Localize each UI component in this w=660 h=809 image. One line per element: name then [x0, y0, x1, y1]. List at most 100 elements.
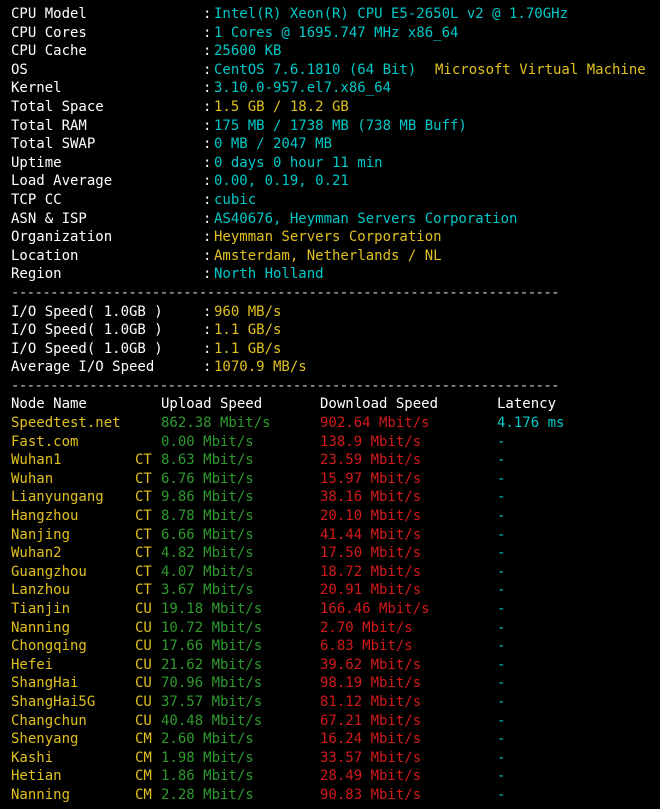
io-key: I/O Speed( 1.0GB ) [11, 322, 163, 339]
sysinfo-row: CPU Cores:1 Cores @ 1695.747 MHz x86_64 [11, 24, 660, 43]
sysinfo-row: TCP CC: cubic [11, 191, 660, 210]
speed-row: ShangHai CU 70.96 Mbit/s 98.19 Mbit/s - [11, 674, 660, 693]
node-name: Hefei [11, 656, 54, 673]
download-speed: 39.62 Mbit/s [320, 656, 422, 673]
io-key: Average I/O Speed [11, 359, 155, 376]
isp-label: CM [135, 786, 152, 803]
node-name: Changchun [11, 712, 87, 729]
sysinfo-row: CPU Cache:25600 KB [11, 42, 660, 61]
isp-label: CM [135, 768, 152, 785]
header-node: Node Name [11, 396, 87, 413]
io-row: I/O Speed( 1.0GB ):1.1 GB/s [11, 340, 660, 359]
node-name: Speedtest.net [11, 415, 121, 432]
sysinfo-value: cubic [214, 191, 257, 208]
sysinfo-row: Location: Amsterdam, Netherlands / NL [11, 247, 660, 266]
download-speed: 90.83 Mbit/s [320, 786, 422, 803]
latency: - [497, 693, 506, 710]
sysinfo-colon: : [203, 117, 212, 134]
isp-label: CT [135, 563, 152, 580]
download-speed: 15.97 Mbit/s [320, 470, 422, 487]
download-speed: 41.44 Mbit/s [320, 526, 422, 543]
latency: - [497, 433, 506, 450]
isp-label: CT [135, 526, 152, 543]
download-speed: 2.70 Mbit/s [320, 619, 413, 636]
separator: ----------------------------------------… [11, 284, 660, 303]
latency: - [497, 749, 506, 766]
io-value: 1070.9 MB/s [214, 359, 307, 376]
speed-row: Kashi CM 1.98 Mbit/s 33.57 Mbit/s - [11, 749, 660, 768]
sysinfo-value: 0 MB / 2047 MB [214, 136, 333, 153]
upload-speed: 6.66 Mbit/s [161, 526, 254, 543]
download-speed: 81.12 Mbit/s [320, 693, 422, 710]
speed-row: Fast.com 0.00 Mbit/s 138.9 Mbit/s - [11, 433, 660, 452]
isp-label: CU [135, 675, 152, 692]
sysinfo-value: 1 Cores @ 1695.747 MHz x86_64 [214, 24, 459, 41]
latency: - [497, 786, 506, 803]
latency: - [497, 563, 506, 580]
io-value: 960 MB/s [214, 303, 282, 320]
latency: - [497, 545, 506, 562]
speed-row: Hetian CM 1.86 Mbit/s 28.49 Mbit/s - [11, 767, 660, 786]
sysinfo-row: Uptime:0 days 0 hour 11 min [11, 154, 660, 173]
latency: - [497, 638, 506, 655]
sysinfo-value: CentOS 7.6.1810 (64 Bit) [214, 61, 417, 78]
node-name: Lanzhou [11, 582, 71, 599]
sysinfo-row: OS: CentOS 7.6.1810 (64 Bit) Microsoft Vir… [11, 61, 660, 80]
upload-speed: 4.82 Mbit/s [161, 545, 254, 562]
sysinfo-colon: : [203, 24, 212, 41]
node-name: Guangzhou [11, 563, 87, 580]
speed-row: Nanning CM 2.28 Mbit/s 90.83 Mbit/s - [11, 786, 660, 805]
header-latency: Latency [497, 396, 557, 413]
latency: - [497, 526, 506, 543]
speed-row: Lanzhou CT 3.67 Mbit/s 20.91 Mbit/s - [11, 581, 660, 600]
node-name: Tianjin [11, 601, 71, 617]
node-name: Wuhan [11, 470, 54, 487]
io-row: Average I/O Speed:1070.9 MB/s [11, 358, 660, 377]
sysinfo-value-extra: Microsoft Virtual Machine [435, 61, 646, 78]
speed-row: ShangHai5G CU 37.57 Mbit/s 81.12 Mbit/s - [11, 693, 660, 712]
io-colon: : [203, 303, 212, 320]
latency: - [497, 601, 506, 617]
upload-speed: 9.86 Mbit/s [161, 489, 254, 506]
download-speed: 23.59 Mbit/s [320, 452, 422, 469]
sysinfo-key: Total Space [11, 98, 104, 115]
node-name: Nanjing [11, 526, 71, 543]
sysinfo-value: Heymman Servers Corporation [214, 229, 442, 246]
sysinfo-row: Total Space:1.5 GB / 18.2 GB [11, 98, 660, 117]
latency: - [497, 489, 506, 506]
upload-speed: 37.57 Mbit/s [161, 693, 263, 710]
upload-speed: 10.72 Mbit/s [161, 619, 263, 636]
sysinfo-colon: : [203, 229, 212, 246]
header-upload: Upload Speed [161, 396, 263, 413]
speed-row: Guangzhou CT 4.07 Mbit/s 18.72 Mbit/s - [11, 563, 660, 582]
sysinfo-value: 0.00, 0.19, 0.21 [214, 173, 349, 190]
latency: - [497, 712, 506, 729]
header-download: Download Speed [320, 396, 439, 413]
sysinfo-row: Region: North Holland [11, 265, 660, 284]
io-row: I/O Speed( 1.0GB ):960 MB/s [11, 303, 660, 322]
sysinfo-value: AS40676, Heymman Servers Corporation [214, 210, 518, 227]
node-name: Hetian [11, 768, 62, 785]
sysinfo-value: North Holland [214, 266, 324, 283]
sysinfo-key: Location [11, 247, 79, 264]
latency: - [497, 731, 506, 748]
io-value: 1.1 GB/s [214, 322, 282, 339]
speed-row: Shenyang CM 2.60 Mbit/s 16.24 Mbit/s - [11, 730, 660, 749]
speed-row: Chongqing CU 17.66 Mbit/s 6.83 Mbit/s - [11, 637, 660, 656]
download-speed: 166.46 Mbit/s [320, 601, 430, 617]
speed-row: Nanjing CT 6.66 Mbit/s 41.44 Mbit/s - [11, 526, 660, 545]
terminal: CPU Model: Intel(R) Xeon(R) CPU E5-2650L … [0, 0, 660, 805]
node-name: Wuhan1 [11, 452, 62, 469]
io-row: I/O Speed( 1.0GB ):1.1 GB/s [11, 321, 660, 340]
download-speed: 20.10 Mbit/s [320, 508, 422, 525]
sysinfo-key: Total SWAP [11, 136, 96, 153]
sysinfo-colon: : [203, 80, 212, 97]
io-value: 1.1 GB/s [214, 340, 282, 357]
node-name: Fast.com [11, 433, 79, 450]
isp-label: CU [135, 712, 152, 729]
sysinfo-key: CPU Model [11, 6, 87, 22]
sysinfo-value: 25600 KB [214, 43, 282, 60]
sysinfo-colon: : [203, 61, 212, 78]
speed-row: Nanning CU 10.72 Mbit/s 2.70 Mbit/s - [11, 619, 660, 638]
download-speed: 38.16 Mbit/s [320, 489, 422, 506]
